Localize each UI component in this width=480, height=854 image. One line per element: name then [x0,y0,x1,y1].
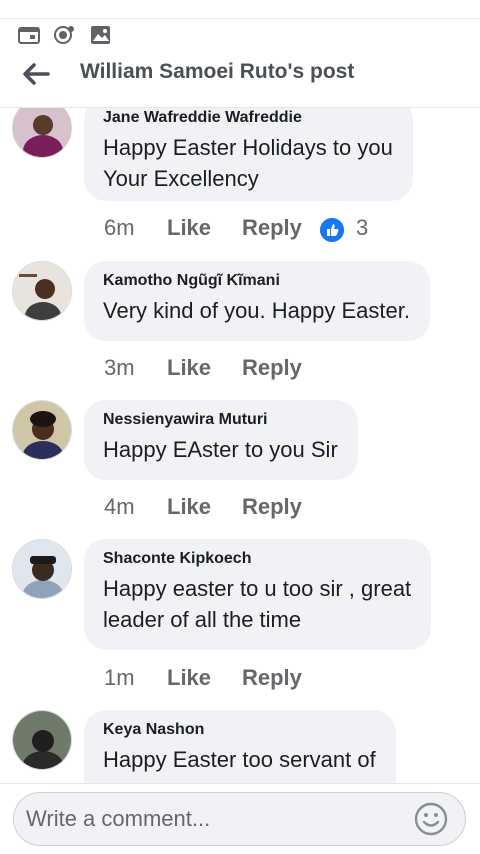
comment-text: Very kind of you. Happy Easter. [103,295,410,326]
like-button[interactable]: Like [167,494,211,520]
avatar[interactable] [12,400,72,460]
comment-feed[interactable]: Jane Wafreddie Wafreddie Happy Easter Ho… [0,108,480,783]
back-arrow-icon[interactable] [20,60,52,88]
comment-bubble[interactable]: Keya Nashon Happy Easter too servant of [84,710,396,783]
page-title: William Samoei Ruto's post [80,60,355,83]
comment-author[interactable]: Kamotho Ngũgĩ Kĩmani [103,271,410,291]
reply-button[interactable]: Reply [242,215,302,241]
comment-text-line: Your Excellency [103,166,259,191]
comment-text-line: Happy Easter Holidays to you [103,135,393,160]
avatar-image [13,540,71,598]
comment-text-line: Happy EAster to you Sir [103,437,338,462]
comment-time: 4m [104,494,135,519]
comment-author[interactable]: Keya Nashon [103,720,376,740]
reaction-count[interactable]: 3 [356,215,368,241]
reply-button[interactable]: Reply [242,665,302,691]
comment-input[interactable] [13,792,466,846]
comment-time: 3m [104,355,135,380]
avatar-image [13,401,71,459]
comment-composer [0,783,480,854]
reply-button[interactable]: Reply [242,355,302,381]
like-button[interactable]: Like [167,665,211,691]
like-reaction-icon[interactable] [320,218,344,242]
comment-text: Happy Easter too servant of [103,744,376,775]
avatar[interactable] [12,261,72,321]
avatar-image [13,262,71,320]
calendar-icon [18,27,40,44]
reply-button[interactable]: Reply [242,494,302,520]
comment-bubble[interactable]: Shaconte Kipkoech Happy easter to u too … [84,539,432,650]
comment-text: Happy easter to u too sir , great leader… [103,573,411,635]
post-header: William Samoei Ruto's post [0,56,480,108]
status-bar [0,0,480,56]
avatar[interactable] [12,539,72,599]
emoji-icon[interactable] [414,802,448,836]
comment-author[interactable]: Jane Wafreddie Wafreddie [103,108,393,128]
comment-time: 6m [104,215,135,240]
comment-text-line: Very kind of you. Happy Easter. [103,298,410,323]
comment-bubble[interactable]: Kamotho Ngũgĩ Kĩmani Very kind of you. H… [84,261,430,341]
avatar[interactable] [12,710,72,770]
messenger-icon [54,26,74,44]
comment-text: Happy Easter Holidays to you Your Excell… [103,132,393,194]
like-button[interactable]: Like [167,215,211,241]
status-divider [0,18,480,19]
comment-text-line: Happy Easter too servant of [103,747,376,772]
comment-text-line: leader of all the time [103,607,302,632]
comment-text: Happy EAster to you Sir [103,434,338,465]
like-button[interactable]: Like [167,355,211,381]
comment-author[interactable]: Nessienyawira Muturi [103,410,338,430]
avatar-image [13,711,71,769]
gallery-icon [91,26,110,44]
comment-text-line: Happy easter to u too sir , great [103,576,412,601]
comment-bubble[interactable]: Jane Wafreddie Wafreddie Happy Easter Ho… [84,108,413,201]
comment-author[interactable]: Shaconte Kipkoech [103,549,411,569]
avatar[interactable] [12,108,72,158]
comment-bubble[interactable]: Nessienyawira Muturi Happy EAster to you… [84,400,358,480]
avatar-image [13,108,71,157]
comment-time: 1m [104,665,135,690]
